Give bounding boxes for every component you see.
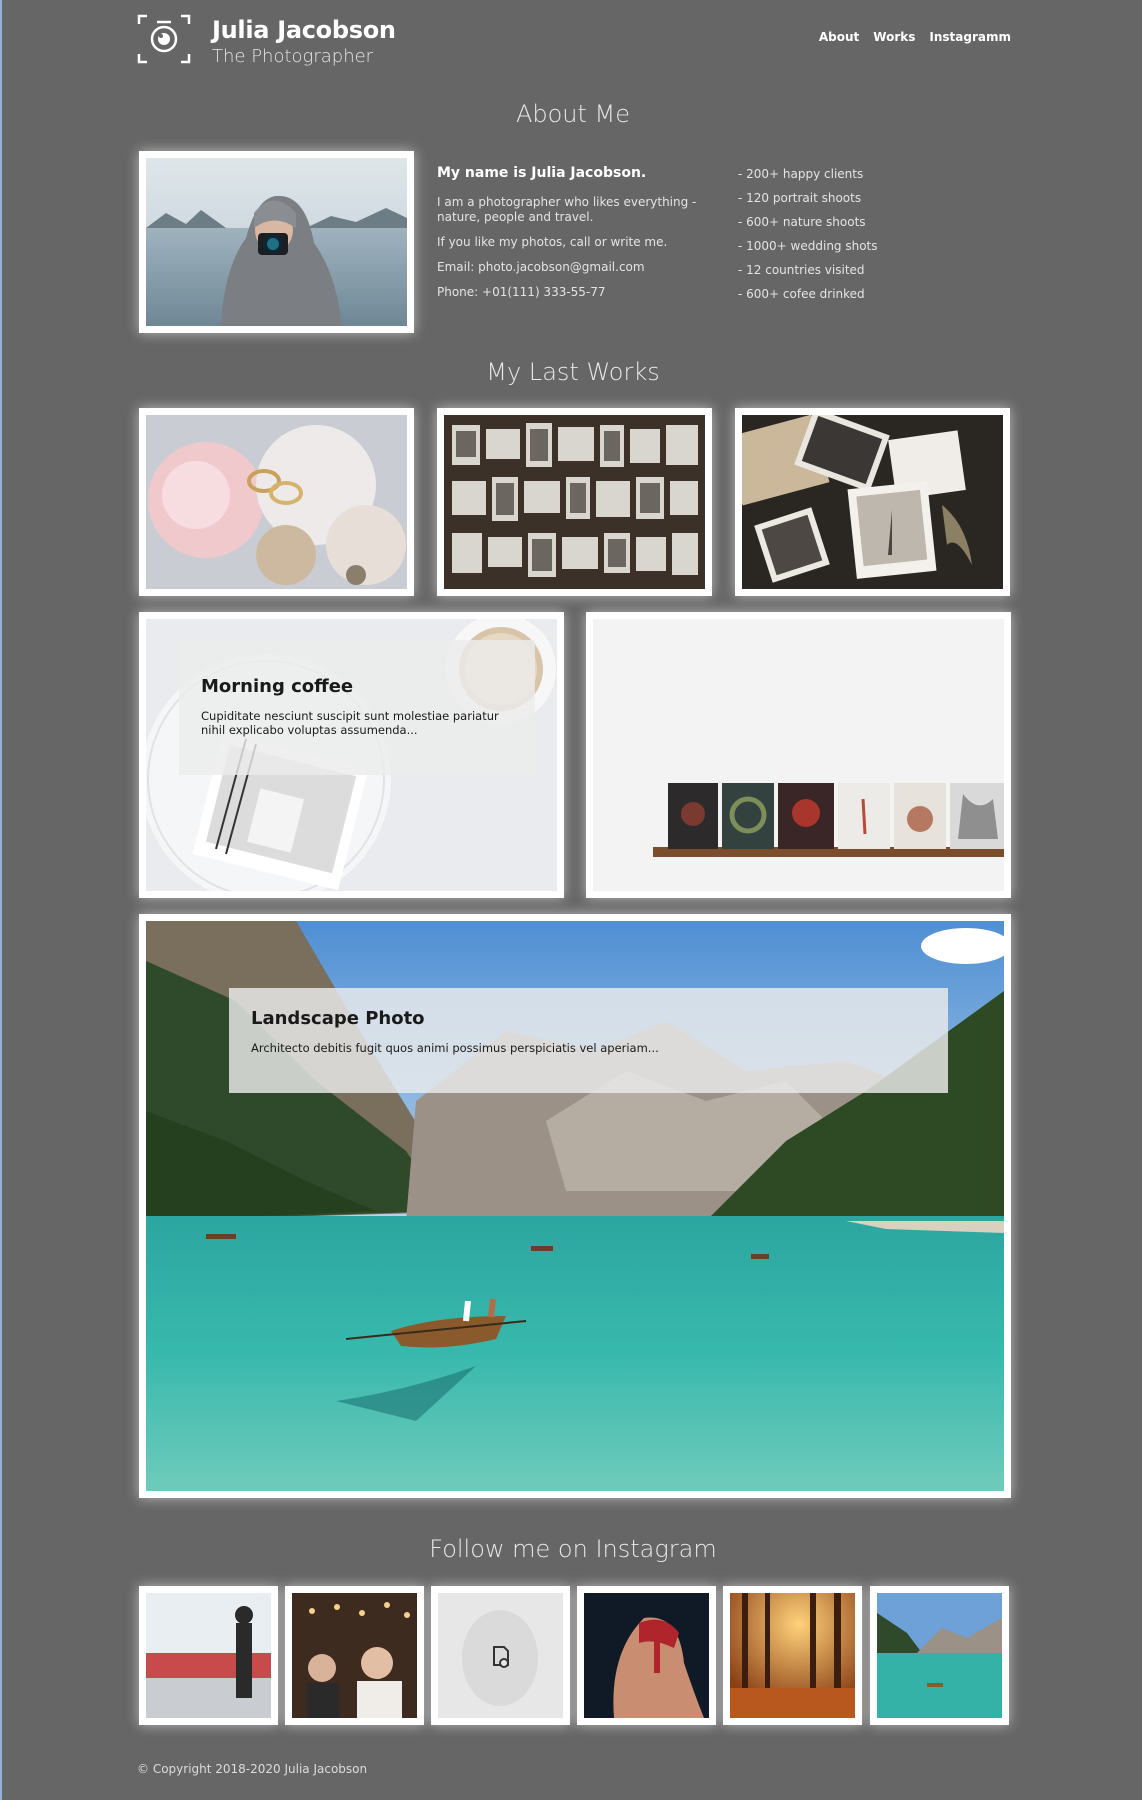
instagram-thumb-image	[292, 1593, 417, 1718]
coffee-caption: Morning coffee Cupiditate nesciunt susci…	[179, 640, 535, 775]
vintage-prints-image	[724, 408, 1003, 589]
about-name: My name is Julia Jacobson.	[437, 165, 647, 181]
photo-wall-image	[444, 415, 705, 589]
instagram-thumb-image	[584, 1593, 709, 1718]
instagram-thumb-image	[730, 1593, 855, 1718]
coffee-caption-title: Morning coffee	[201, 676, 354, 697]
work-photo-vintage-prints[interactable]	[724, 408, 1010, 596]
instagram-thumb-image	[877, 1593, 1002, 1718]
photographer-portrait-image	[146, 158, 407, 326]
work-photo-wedding-rings[interactable]	[139, 408, 414, 596]
work-photo-shelf-prints[interactable]	[586, 612, 1011, 898]
about-contact-line: If you like my photos, call or write me.	[437, 235, 668, 249]
work-card-morning-coffee[interactable]: Morning coffee Cupiditate nesciunt susci…	[139, 612, 564, 904]
stat-item: - 200+ happy clients	[738, 167, 864, 181]
stat-item: - 600+ nature shoots	[738, 215, 866, 229]
instagram-thumb[interactable]	[431, 1586, 570, 1725]
instagram-thumb[interactable]	[139, 1586, 278, 1725]
brand-subtitle: The Photographer	[212, 46, 374, 67]
stat-item: - 600+ cofee drinked	[738, 287, 865, 301]
landscape-caption-title: Landscape Photo	[251, 1008, 425, 1029]
landscape-caption: Landscape Photo Architecto debitis fugit…	[229, 988, 948, 1093]
about-email[interactable]: Email: photo.jacobson@gmail.com	[437, 260, 699, 275]
about-intro: I am a photographer who likes everything…	[437, 195, 697, 224]
instagram-thumb[interactable]	[285, 1586, 424, 1725]
about-phone[interactable]: Phone: +01(111) 333-55-77	[437, 285, 699, 300]
nav-link-instagram[interactable]: Instagramm	[929, 30, 1011, 44]
work-card-landscape[interactable]: Landscape Photo Architecto debitis fugit…	[139, 914, 1011, 1498]
instagram-thumb[interactable]	[577, 1586, 716, 1725]
brand-name[interactable]: Julia Jacobson	[212, 16, 396, 44]
stat-item: - 12 countries visited	[738, 263, 865, 277]
instagram-thumb[interactable]	[723, 1586, 862, 1725]
shelf-prints-image	[593, 619, 1004, 891]
about-text: My name is Julia Jacobson. I am a photog…	[437, 166, 699, 310]
main-nav: About Works Instagramm	[819, 30, 1011, 44]
nav-link-works[interactable]: Works	[873, 30, 915, 44]
instagram-thumb[interactable]	[870, 1586, 1009, 1725]
camera-icon[interactable]	[137, 14, 191, 64]
site-header: Julia Jacobson The Photographer About Wo…	[137, 12, 1011, 72]
about-stats-list: - 200+ happy clients - 120 portrait shoo…	[738, 167, 878, 311]
footer-copyright: © Copyright 2018-2020 Julia Jacobson	[137, 1762, 368, 1776]
stat-item: - 120 portrait shoots	[738, 191, 862, 205]
about-title: About Me	[515, 100, 631, 128]
coffee-caption-text: Cupiditate nesciunt suscipit sunt molest…	[201, 709, 499, 737]
works-title: My Last Works	[486, 358, 660, 386]
instagram-thumb-image	[146, 1593, 271, 1718]
wedding-rings-image	[146, 415, 407, 589]
stat-item: - 1000+ wedding shots	[738, 239, 878, 253]
landscape-caption-text: Architecto debitis fugit quos animi poss…	[251, 1041, 659, 1055]
instagram-thumb-image	[438, 1593, 563, 1718]
about-photo	[139, 151, 414, 333]
instagram-title: Follow me on Instagram	[429, 1535, 717, 1563]
nav-link-about[interactable]: About	[819, 30, 859, 44]
work-photo-photo-wall[interactable]	[437, 408, 712, 596]
